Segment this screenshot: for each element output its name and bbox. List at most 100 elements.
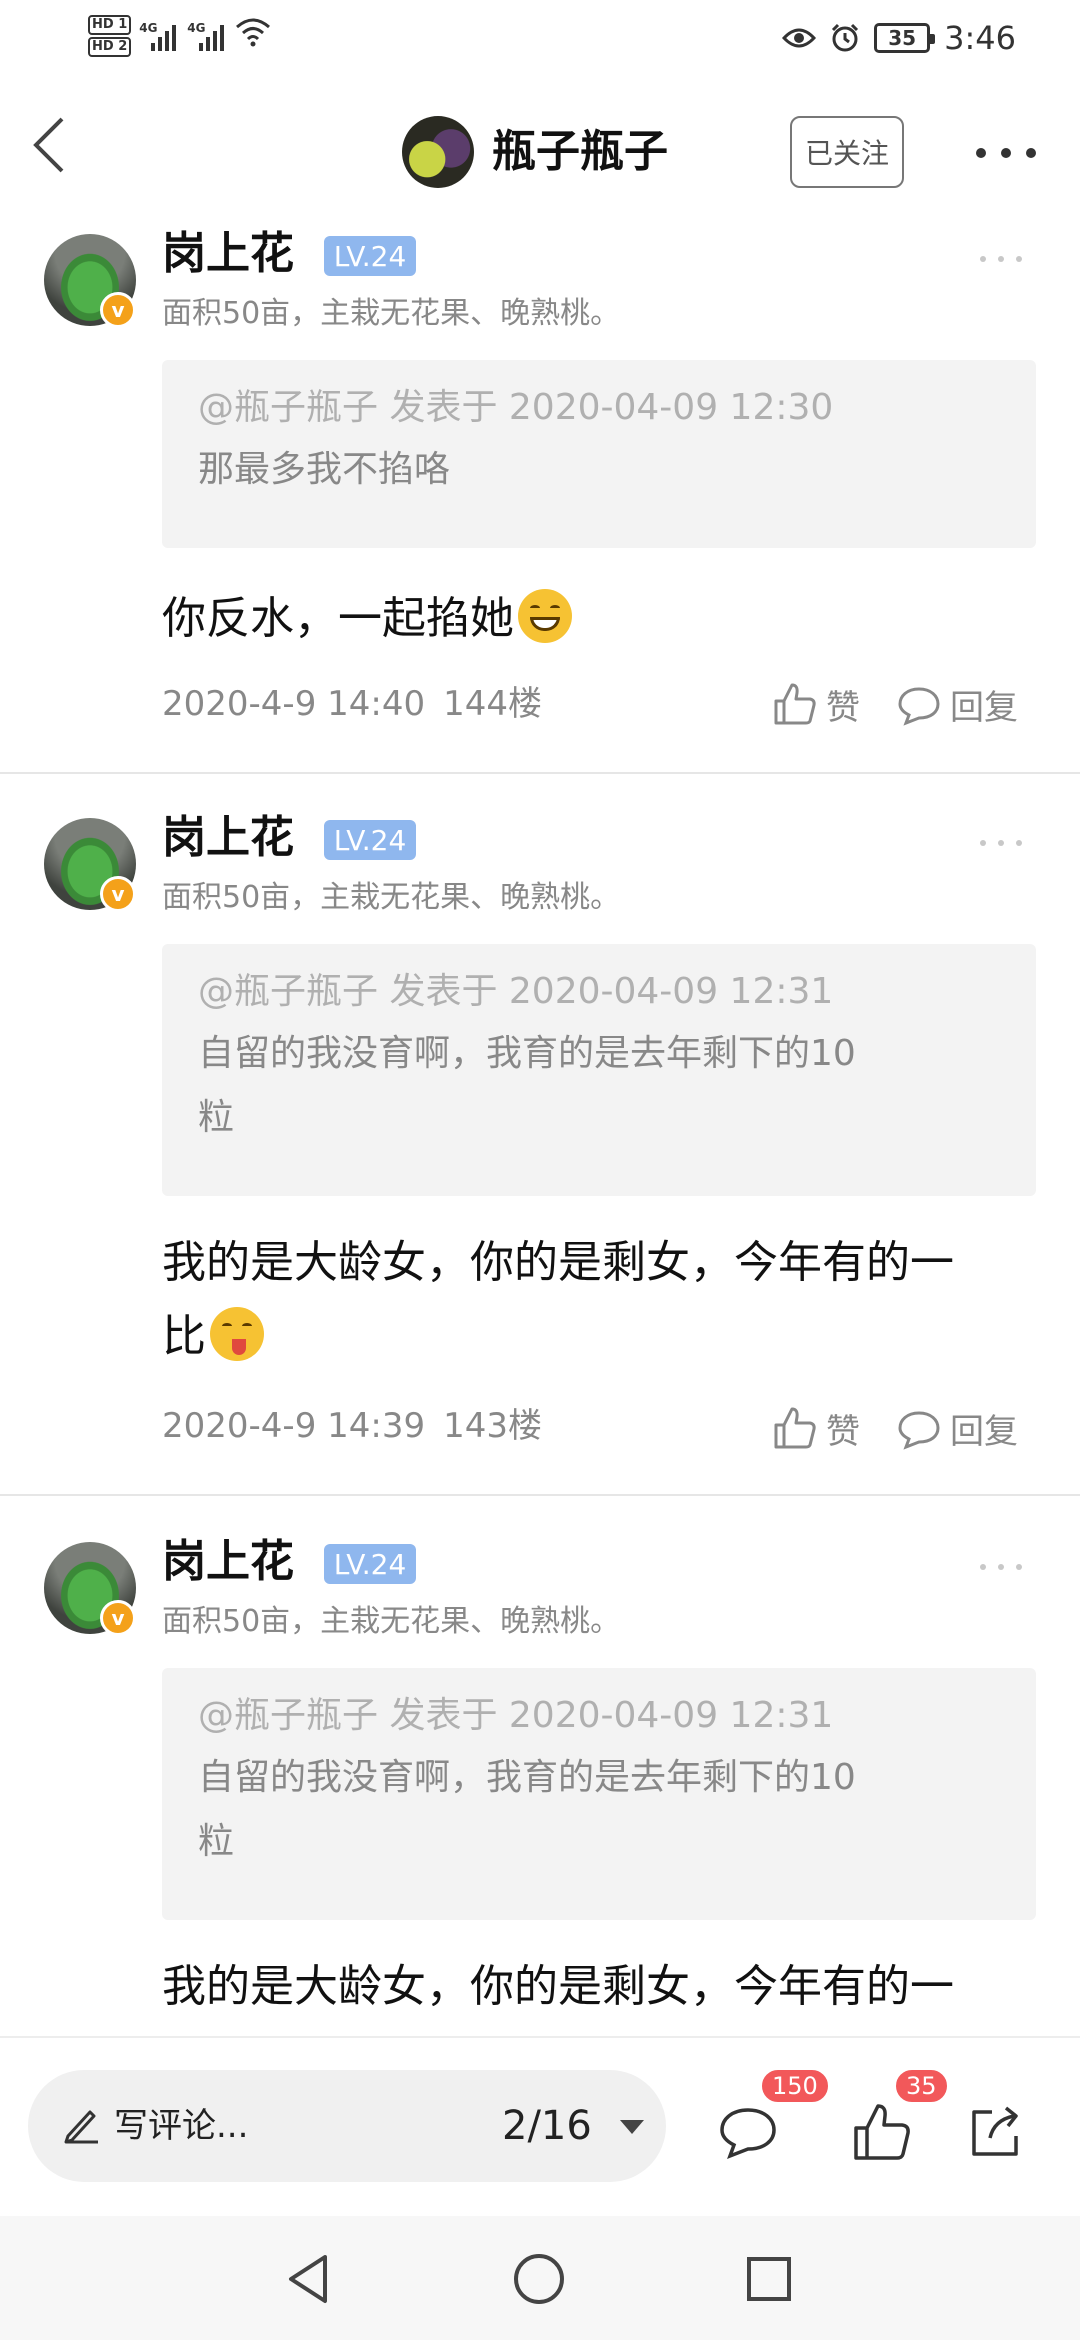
back-button[interactable] (20, 110, 80, 180)
username[interactable]: 岗上花 (162, 1534, 294, 1590)
pencil-icon (64, 2110, 98, 2144)
battery-icon: 35 (874, 23, 936, 53)
tongue-emoji-icon (210, 1307, 264, 1361)
floor-number: 144楼 (443, 684, 543, 724)
quote-header: @瓶子瓶子 发表于 2020-04-09 12:31 (198, 1695, 834, 1736)
like-post-button[interactable] (852, 2102, 912, 2162)
hd2-label: HD 2 (88, 37, 132, 57)
reply-button[interactable]: 回复 (896, 680, 1018, 729)
caret-down-icon[interactable] (620, 2120, 644, 2134)
square-recents-icon (747, 2257, 791, 2301)
comment-bubble-icon (898, 687, 940, 726)
quote-text-line1: 自留的我没育啊，我育的是去年剩下的10 (198, 1033, 856, 1074)
page-title[interactable]: 瓶子瓶子 (492, 120, 668, 184)
page-indicator[interactable]: 2/16 (502, 2098, 592, 2154)
comment-bubble-icon (720, 2108, 776, 2160)
quote-header: @瓶子瓶子 发表于 2020-04-09 12:31 (198, 971, 834, 1012)
network-type-label-2: 4G (187, 21, 206, 35)
circle-home-icon (514, 2254, 564, 2304)
user-bio: 面积50亩，主栽无花果、晚熟桃。 (162, 296, 621, 331)
quote-header: @瓶子瓶子 发表于 2020-04-09 12:30 (198, 387, 834, 428)
post-content: 你反水，一起掐她 (162, 582, 1042, 656)
author-avatar[interactable] (402, 116, 474, 188)
like-button[interactable]: 赞 (772, 1404, 860, 1453)
post-content: 我的是大龄女，你的是剩女，今年有的一 (162, 1950, 1042, 2024)
level-badge: LV.24 (324, 1544, 416, 1584)
post-meta: 2020-4-9 14:40 144楼 (162, 680, 542, 728)
comment-input[interactable]: 写评论... 2/16 (28, 2070, 666, 2182)
post-content-line1: 我的是大龄女，你的是剩女，今年有的一 (162, 1237, 954, 1288)
verified-badge-icon: v (100, 876, 136, 912)
quote-text-line2: 粒 (198, 1097, 235, 1138)
status-left: HD 1 HD 2 4G 4G (88, 12, 271, 60)
post-content: 我的是大龄女，你的是剩女，今年有的一 比 (162, 1226, 1042, 1374)
post-options-button[interactable] (980, 1560, 1022, 1574)
post-options-button[interactable] (980, 252, 1022, 266)
reply-label: 回复 (950, 1411, 1018, 1452)
back-arrow-icon (33, 117, 64, 173)
reply-button[interactable]: 回复 (896, 1404, 1018, 1453)
user-bio: 面积50亩，主栽无花果、晚熟桃。 (162, 1604, 621, 1639)
level-badge: LV.24 (324, 236, 416, 276)
username[interactable]: 岗上花 (162, 810, 294, 866)
signal-icon: 4G (139, 21, 179, 51)
thumbs-up-icon (854, 2104, 910, 2160)
hd1-label: HD 1 (88, 15, 132, 35)
user-bio: 面积50亩，主栽无花果、晚熟桃。 (162, 880, 621, 915)
comment-placeholder: 写评论... (114, 2106, 249, 2146)
status-bar: HD 1 HD 2 4G 4G 35 3:46 (0, 0, 1080, 80)
grin-emoji-icon (518, 589, 572, 643)
post-time: 2020-4-9 14:40 (162, 684, 426, 724)
comments-button[interactable] (718, 2102, 778, 2162)
signal-icon-2: 4G (187, 21, 227, 51)
floor-number: 143楼 (443, 1406, 543, 1446)
quote-text-line2: 粒 (198, 1821, 235, 1862)
verified-badge-icon: v (100, 292, 136, 328)
status-right: 35 3:46 (782, 14, 1016, 62)
level-badge: LV.24 (324, 820, 416, 860)
like-count-badge: 35 (894, 2068, 949, 2104)
dot-icon (1026, 148, 1036, 158)
like-label: 赞 (826, 687, 860, 728)
post-options-button[interactable] (980, 836, 1022, 850)
post-actions: 赞 回复 (772, 674, 1040, 734)
post-content-line2: 比 (162, 1311, 206, 1362)
nav-home-button[interactable] (504, 2244, 574, 2314)
dot-icon (1001, 148, 1011, 158)
post-time: 2020-4-9 14:39 (162, 1406, 426, 1446)
username[interactable]: 岗上花 (162, 226, 294, 282)
thumbs-up-icon (774, 1407, 816, 1449)
network-type-label: 4G (139, 21, 158, 35)
nav-recents-button[interactable] (734, 2244, 804, 2314)
system-nav-bar (0, 2216, 1080, 2340)
comment-count-badge: 150 (760, 2068, 830, 2104)
nav-back-button[interactable] (274, 2244, 344, 2314)
divider (0, 772, 1080, 774)
reply-label: 回复 (950, 687, 1018, 728)
wifi-icon (235, 17, 271, 55)
verified-badge-icon: v (100, 1600, 136, 1636)
quoted-reply[interactable]: @瓶子瓶子 发表于 2020-04-09 12:31 自留的我没育啊，我育的是去… (162, 944, 1036, 1196)
more-options-button[interactable] (976, 128, 1036, 178)
dot-icon (976, 148, 986, 158)
post-content-text: 你反水，一起掐她 (162, 593, 514, 644)
post-actions: 赞 回复 (772, 1398, 1040, 1458)
hd-icon: HD 1 HD 2 (88, 14, 132, 58)
header: 瓶子瓶子 已关注 (0, 80, 1080, 210)
quote-text-line1: 自留的我没育啊，我育的是去年剩下的10 (198, 1757, 856, 1798)
quote-text: 那最多我不掐咯 (198, 449, 451, 490)
follow-button[interactable]: 已关注 (790, 116, 904, 188)
share-icon (972, 2106, 1018, 2156)
bottom-bar: 写评论... 2/16 150 35 (0, 2036, 1080, 2216)
quoted-reply[interactable]: @瓶子瓶子 发表于 2020-04-09 12:30 那最多我不掐咯 (162, 360, 1036, 548)
post-content-line1: 我的是大龄女，你的是剩女，今年有的一 (162, 1961, 954, 2012)
like-label: 赞 (826, 1411, 860, 1452)
quoted-reply[interactable]: @瓶子瓶子 发表于 2020-04-09 12:31 自留的我没育啊，我育的是去… (162, 1668, 1036, 1920)
share-button[interactable] (966, 2102, 1026, 2162)
clock: 3:46 (944, 19, 1016, 57)
alarm-icon (832, 23, 859, 52)
post-meta: 2020-4-9 14:39 143楼 (162, 1402, 542, 1450)
like-button[interactable]: 赞 (772, 680, 860, 729)
comment-bubble-icon (898, 1411, 940, 1450)
thumbs-up-icon (774, 683, 816, 725)
